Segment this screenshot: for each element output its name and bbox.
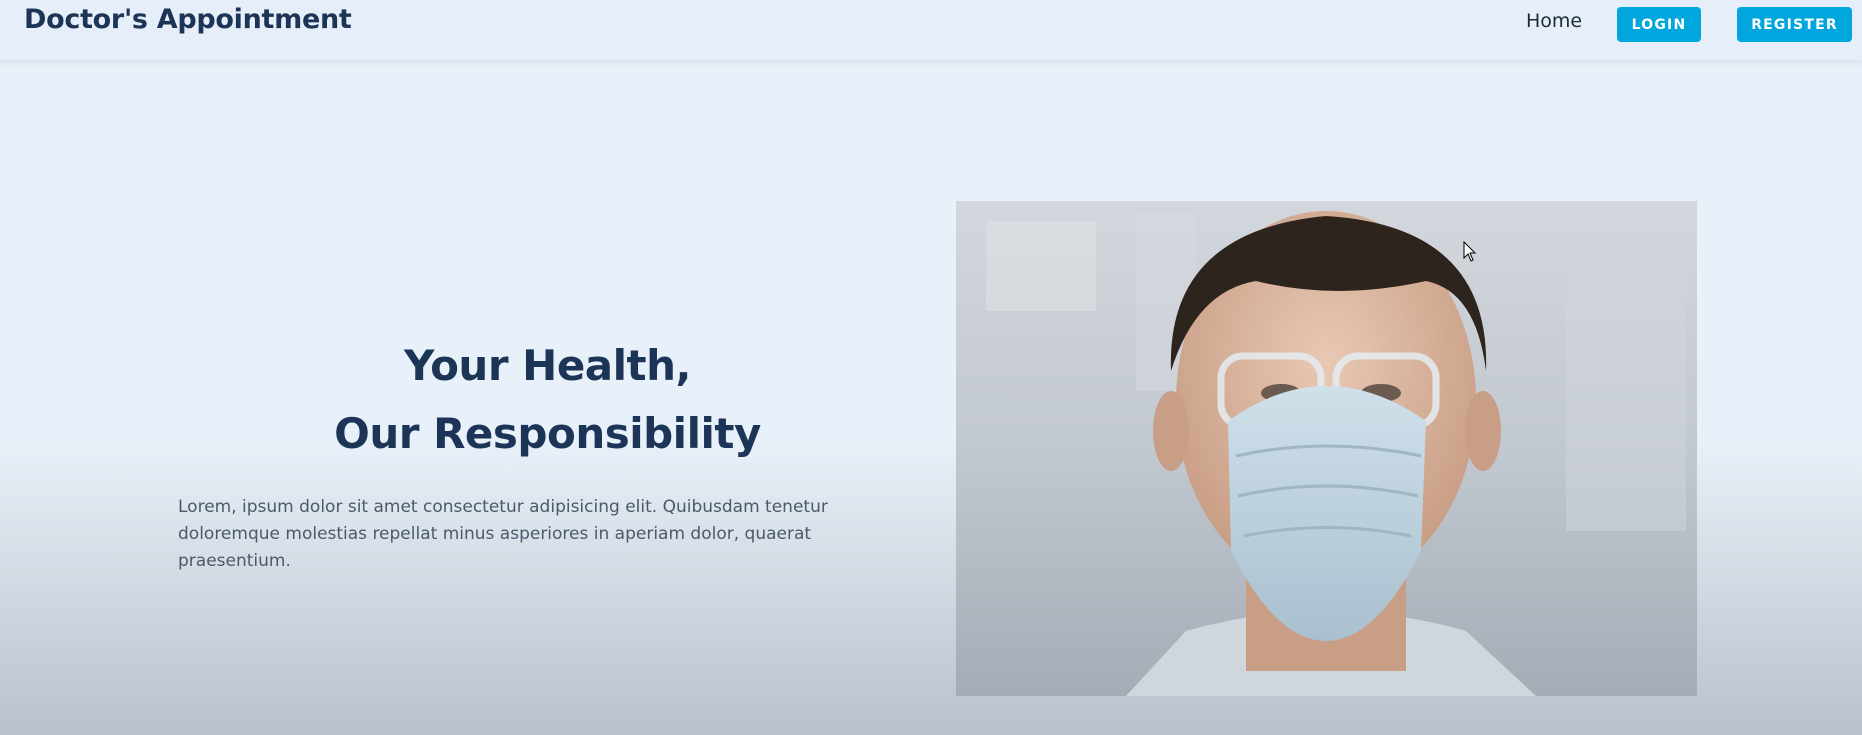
doctor-photo-illustration	[956, 201, 1697, 696]
navbar: Doctor's Appointment Home LOGIN REGISTER	[0, 0, 1862, 60]
hero-title-line-2: Our Responsibility	[334, 409, 761, 458]
hero-image	[956, 201, 1697, 696]
hero-title-line-1: Your Health,	[404, 341, 691, 390]
hero-title: Your Health, Our Responsibility	[280, 332, 815, 468]
login-button[interactable]: LOGIN	[1617, 7, 1701, 42]
nav-home-link[interactable]: Home	[1526, 10, 1582, 32]
brand-logo[interactable]: Doctor's Appointment	[24, 4, 352, 35]
hero-description: Lorem, ipsum dolor sit amet consectetur …	[178, 497, 828, 571]
register-button[interactable]: REGISTER	[1737, 7, 1852, 42]
